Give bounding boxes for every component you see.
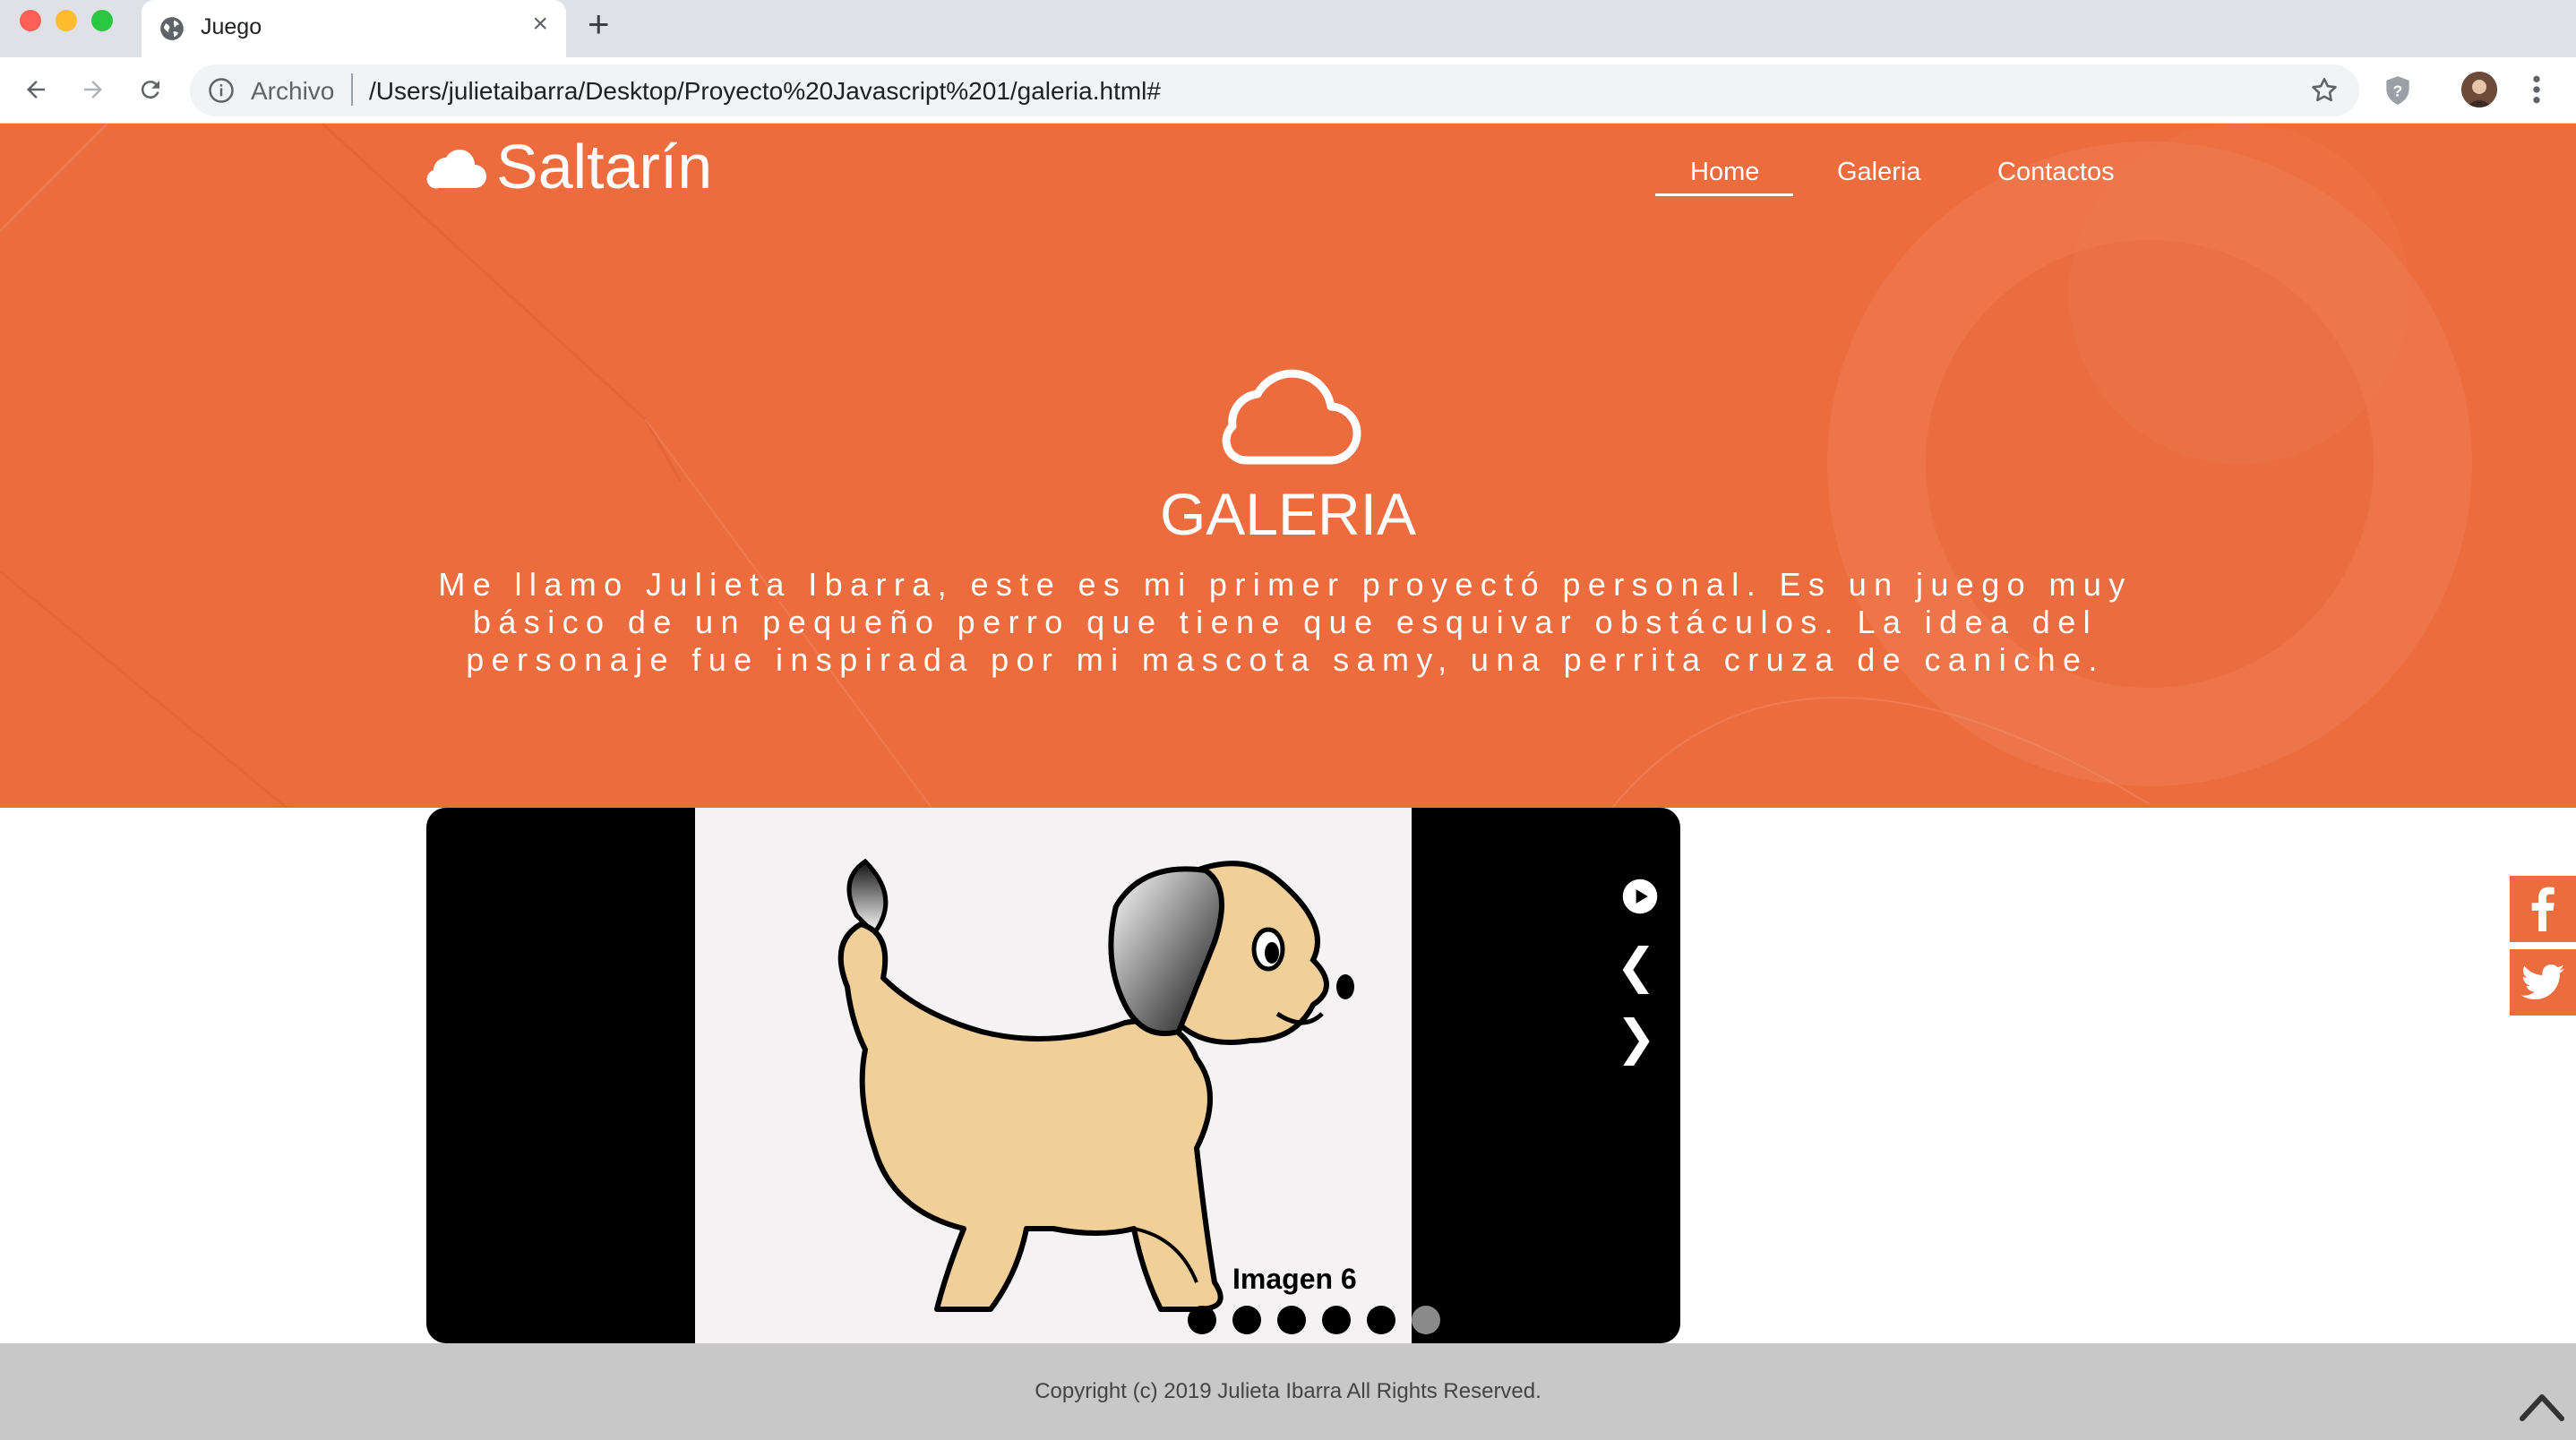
slide-dot[interactable]: [1232, 1306, 1261, 1334]
more-menu-icon[interactable]: [2528, 72, 2546, 107]
back-button[interactable]: [16, 70, 56, 109]
window-zoom-button[interactable]: [91, 10, 113, 31]
scroll-to-top-icon[interactable]: [2519, 1390, 2565, 1422]
avatar-image: [2461, 72, 2497, 107]
image-slider[interactable]: Imagen 6 ❮ ❯: [426, 808, 1680, 1343]
hero-section: Saltarín Home Galeria Contactos GALERIA …: [0, 124, 2576, 808]
url-scheme-label: Archivo: [251, 77, 335, 105]
hero-description: Me llamo Julieta Ibarra, este es mi prim…: [438, 566, 2133, 678]
site-logo[interactable]: Saltarín: [425, 131, 712, 202]
nav-link-home[interactable]: Home: [1690, 158, 1759, 187]
slide-dot[interactable]: [1277, 1306, 1306, 1334]
next-slide-button[interactable]: ❯: [1616, 1014, 1656, 1062]
extension-shield-icon[interactable]: ?: [2381, 73, 2415, 107]
arrow-left-icon: [27, 81, 45, 99]
nav-link-contactos[interactable]: Contactos: [1997, 158, 2115, 187]
svg-text:?: ?: [2393, 81, 2403, 99]
slide-dot[interactable]: [1322, 1306, 1351, 1334]
slide-dot[interactable]: [1188, 1306, 1216, 1334]
logo-text: Saltarín: [496, 132, 713, 201]
slide-image: Imagen 6: [695, 808, 1440, 1343]
slide-indicators: [1188, 1306, 1440, 1334]
window-minimize-button[interactable]: [56, 10, 77, 31]
prev-slide-button[interactable]: ❮: [1616, 942, 1656, 990]
cloud-logo-icon: [426, 150, 486, 189]
arrow-right-icon: [84, 81, 102, 99]
globe-icon: [160, 17, 184, 40]
browser-tab[interactable]: Juego ×: [142, 0, 566, 57]
nav-active-underline: [1655, 193, 1793, 196]
tab-title: Juego: [201, 14, 262, 39]
browser-tab-strip: Juego × +: [0, 0, 2576, 57]
url-text[interactable]: /Users/julietaibarra/Desktop/Proyecto%20…: [369, 77, 1161, 106]
profile-avatar[interactable]: [2461, 72, 2497, 107]
cloud-icon: [1222, 369, 1361, 465]
new-tab-button[interactable]: +: [588, 5, 610, 43]
nav-link-galeria[interactable]: Galeria: [1837, 158, 1921, 187]
site-footer: Copyright (c) 2019 Julieta Ibarra All Ri…: [0, 1343, 2576, 1440]
bookmark-star-icon[interactable]: [2309, 75, 2340, 106]
play-icon[interactable]: [1621, 878, 1659, 915]
address-bar[interactable]: Archivo /Users/julietaibarra/Desktop/Pro…: [190, 64, 2359, 116]
reload-icon: [141, 81, 159, 99]
window-close-button[interactable]: [20, 10, 41, 31]
slide-dot[interactable]: [1367, 1306, 1395, 1334]
facebook-icon: [2531, 887, 2555, 931]
tab-close-icon[interactable]: ×: [532, 11, 548, 38]
browser-toolbar: Archivo /Users/julietaibarra/Desktop/Pro…: [0, 57, 2576, 124]
info-icon[interactable]: [208, 77, 235, 104]
twitter-button[interactable]: [2510, 949, 2576, 1016]
page-title: GALERIA: [1159, 481, 1417, 547]
reload-button[interactable]: [131, 70, 170, 109]
slide-dot-active[interactable]: [1412, 1306, 1440, 1334]
facebook-button[interactable]: [2510, 876, 2576, 942]
omnibox-divider: [351, 73, 353, 106]
slide-caption: Imagen 6: [1232, 1263, 1357, 1295]
forward-button[interactable]: [73, 70, 113, 109]
copyright-text: Copyright (c) 2019 Julieta Ibarra All Ri…: [1035, 1379, 1541, 1403]
twitter-icon: [2521, 964, 2564, 999]
